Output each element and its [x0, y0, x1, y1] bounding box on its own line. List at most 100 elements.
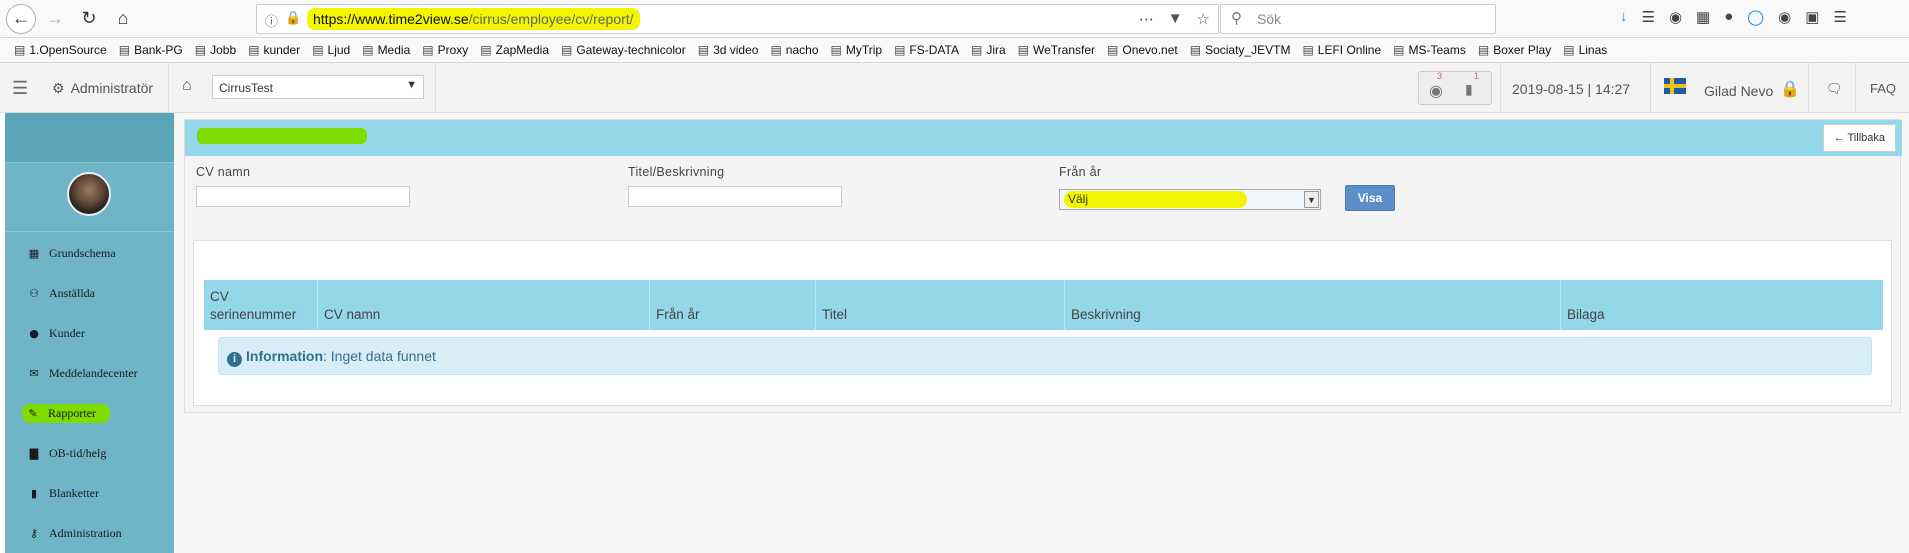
- bookmark-item[interactable]: ▤ ZapMedia: [480, 43, 549, 57]
- sidebar-item-ob-tid-helg[interactable]: ▇ OB-tid/helg: [25, 444, 108, 463]
- folder-icon: ▤: [1393, 43, 1405, 57]
- sidebar-item-kunder[interactable]: ● Kunder: [25, 324, 87, 343]
- notification-box[interactable]: ◉ 3 ▮ 1: [1418, 71, 1492, 105]
- sidebar-item-blanketter[interactable]: ▮ Blanketter: [25, 484, 101, 503]
- column-from-year[interactable]: Från år: [650, 280, 816, 330]
- sidebar-item-label: Rapporter: [48, 406, 96, 420]
- bookmark-item[interactable]: ▤ Jira: [971, 43, 1006, 57]
- folder-icon: ▤: [1017, 43, 1029, 57]
- bookmark-label: Ljud: [327, 43, 351, 57]
- folder-icon: ▤: [362, 43, 374, 57]
- from-year-select[interactable]: Välj ▼: [1059, 189, 1321, 210]
- column-description[interactable]: Beskrivning: [1065, 280, 1561, 330]
- bookmark-item[interactable]: ▤ Ljud: [312, 43, 350, 57]
- pocket-icon[interactable]: ▼: [1168, 10, 1183, 28]
- folder-icon: ▤: [1302, 43, 1314, 57]
- reload-icon[interactable]: ↻: [74, 4, 104, 34]
- user-name[interactable]: Gilad Nevo: [1704, 83, 1773, 99]
- sweden-flag-icon[interactable]: [1664, 78, 1686, 94]
- bookmarks-bar: ▤ 1.OpenSource ▤ Bank-PG ▤ Jobb ▤ kunder ▤ Ljud ▤ M…: [0, 38, 1909, 63]
- info-title: Information: [246, 348, 323, 364]
- bookmark-item[interactable]: ▤ Jobb: [195, 43, 236, 57]
- show-button[interactable]: Visa: [1345, 185, 1395, 211]
- home-icon[interactable]: ⌂: [182, 77, 192, 95]
- sidebar-item-rapporter[interactable]: ✎ Rapporter: [22, 404, 110, 423]
- bookmark-item[interactable]: ▤ LEFI Online: [1302, 43, 1381, 57]
- tenant-select[interactable]: CirrusTest ▼: [212, 75, 424, 99]
- extension-b-icon[interactable]: ◉: [1778, 8, 1791, 26]
- column-title[interactable]: Titel: [816, 280, 1065, 330]
- title-description-input[interactable]: [628, 186, 842, 207]
- menu-icon[interactable]: ☰: [12, 78, 28, 99]
- cv-name-input[interactable]: [196, 186, 410, 207]
- bookmark-item[interactable]: ▤ Proxy: [422, 43, 468, 57]
- bookmark-star-icon[interactable]: ☆: [1197, 10, 1210, 28]
- bookmark-label: Jobb: [210, 43, 237, 57]
- back-button-label: Tillbaka: [1847, 132, 1886, 144]
- bar-chart-icon: ▇: [29, 447, 39, 460]
- avatar[interactable]: [67, 172, 111, 216]
- bookmark-item[interactable]: ▤ MS-Teams: [1393, 43, 1466, 57]
- bookmark-label: FS-DATA: [909, 43, 959, 57]
- lock-icon: 🔒: [285, 10, 302, 25]
- app-header: ☰ ⚙ Administratör ⌂ CirrusTest ▼ ◉ 3 ▮ 1 …: [0, 63, 1909, 113]
- admin-label: Administratör: [70, 80, 154, 96]
- bookmark-item[interactable]: ▤ Boxer Play: [1478, 43, 1551, 57]
- search-field[interactable]: ⚲ Sök: [1220, 4, 1496, 34]
- hamburger-menu-icon[interactable]: ☰: [1833, 8, 1846, 26]
- column-attachment[interactable]: Bilaga: [1561, 280, 1883, 330]
- bookmark-item[interactable]: ▤ WeTransfer: [1018, 43, 1095, 57]
- search-placeholder: Sök: [1257, 11, 1282, 27]
- extension-icon[interactable]: ●: [1724, 8, 1733, 26]
- bookmark-label: Linas: [1578, 43, 1608, 57]
- bookmark-item[interactable]: ▤ Sociaty_JEVTM: [1190, 43, 1291, 57]
- bookmark-item[interactable]: ▤ 3d video: [698, 43, 759, 57]
- more-actions-icon[interactable]: ⋯: [1139, 10, 1154, 28]
- bookmark-item[interactable]: ▤ Gateway-technicolor: [561, 43, 686, 57]
- bookmark-item[interactable]: ▤ MyTrip: [831, 43, 883, 57]
- lock-icon[interactable]: 🔒: [1780, 79, 1800, 99]
- chat-icon[interactable]: 🗨: [1826, 81, 1843, 97]
- sidebar-item-meddelandecenter[interactable]: ✉ Meddelandecenter: [25, 364, 140, 383]
- page-title: [197, 128, 367, 144]
- bookmark-item[interactable]: ▤ FS-DATA: [894, 43, 959, 57]
- column-cv-serial[interactable]: CV serinenummer: [204, 280, 318, 330]
- bookmark-item[interactable]: ▤ 1.OpenSource: [14, 43, 107, 57]
- sidebar-item-administration[interactable]: ⚷ Administration: [25, 524, 124, 543]
- screenshot-icon[interactable]: ▣: [1805, 8, 1819, 26]
- bookmark-label: Gateway-technicolor: [576, 43, 686, 57]
- opera-icon[interactable]: ◯: [1747, 8, 1764, 26]
- sidebar-header: [5, 113, 174, 163]
- bookmark-item[interactable]: ▤ Onevo.net: [1107, 43, 1178, 57]
- bookmark-item[interactable]: ▤ Bank-PG: [119, 43, 183, 57]
- sidebar-item-anst-llda[interactable]: ⚇ Anställda: [25, 284, 97, 303]
- folder-icon: ▤: [1189, 43, 1202, 57]
- bookmark-label: Onevo.net: [1122, 43, 1178, 57]
- home-icon[interactable]: ⌂: [108, 4, 138, 34]
- back-button[interactable]: ← Tillbaka: [1822, 124, 1896, 152]
- info-icon[interactable]: ⓘ: [265, 11, 278, 30]
- globe-icon[interactable]: ◉: [1429, 81, 1443, 101]
- bookmark-label: Proxy: [437, 43, 469, 57]
- bookmark-item[interactable]: ▤ Linas: [1563, 43, 1607, 57]
- adblock-icon[interactable]: ◉: [1669, 8, 1682, 26]
- forward-arrow-icon[interactable]: →: [40, 4, 70, 34]
- chevron-down-icon[interactable]: ▼: [1304, 191, 1319, 208]
- sidebar-item-grundschema[interactable]: ▦ Grundschema: [25, 244, 118, 263]
- bookmark-item[interactable]: ▤ kunder: [248, 43, 300, 57]
- bar-chart-icon[interactable]: ▮: [1465, 81, 1473, 98]
- download-icon[interactable]: ↓: [1620, 8, 1628, 26]
- sidebar-item-label: Kunder: [49, 326, 85, 340]
- faq-link[interactable]: FAQ: [1870, 81, 1896, 96]
- title-description-label: Titel/Beskrivning: [628, 165, 725, 179]
- cv-report-panel: ← Tillbaka CV namn Titel/Beskrivning Frå…: [184, 119, 1902, 413]
- bookmark-item[interactable]: ▤ Media: [362, 43, 410, 57]
- bookmark-item[interactable]: ▤ nacho: [770, 43, 818, 57]
- library-icon[interactable]: ☰: [1642, 8, 1655, 26]
- url-text[interactable]: https://www.time2view.se/cirrus/employee…: [307, 8, 640, 30]
- info-message: : Inget data funnet: [323, 348, 436, 364]
- back-arrow-icon[interactable]: ←: [6, 3, 36, 34]
- address-bar[interactable]: ⓘ 🔒 https://www.time2view.se/cirrus/empl…: [256, 4, 1219, 34]
- sidebar-toggle-icon[interactable]: ▦: [1696, 8, 1710, 26]
- column-cv-name[interactable]: CV namn: [318, 280, 650, 330]
